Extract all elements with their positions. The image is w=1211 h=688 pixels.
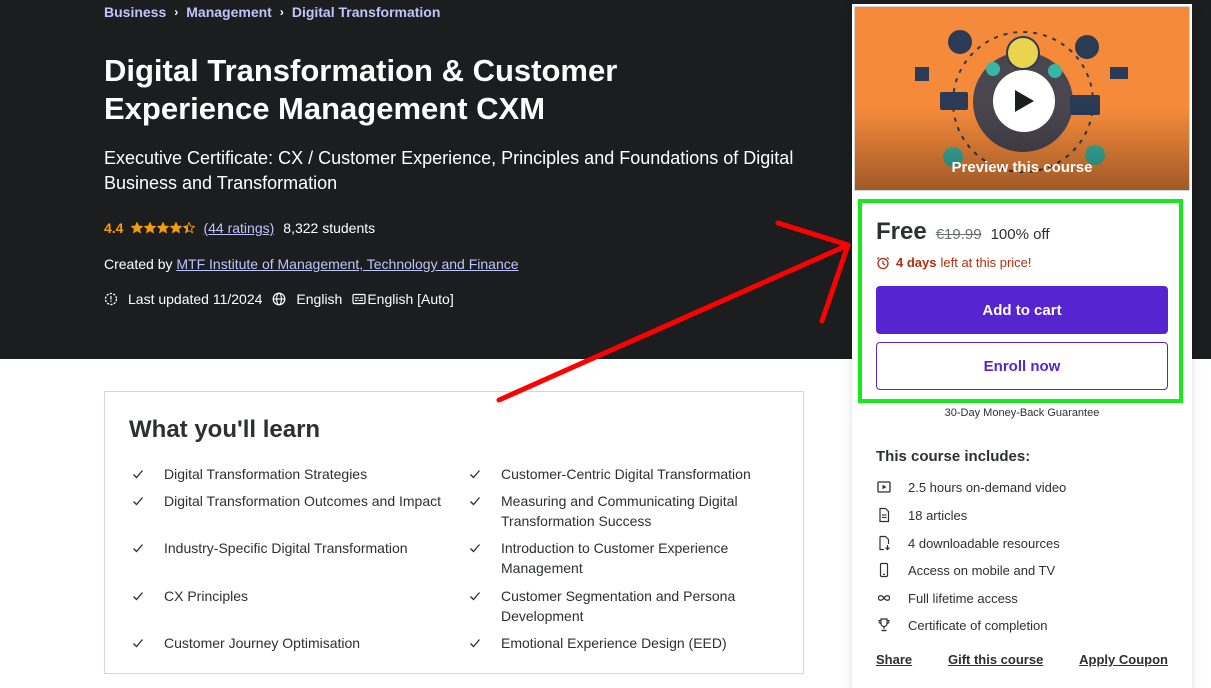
learn-item: CX Principles <box>132 586 452 606</box>
learn-title: What you'll learn <box>129 416 321 443</box>
course-captions: English [Auto] <box>367 291 454 307</box>
course-meta: Last updated 11/2024 English English [Au… <box>104 291 454 307</box>
learn-item: Digital Transformation Strategies <box>132 464 452 484</box>
check-icon <box>470 497 480 506</box>
video-icon <box>877 481 891 493</box>
includes-item: 18 articles <box>876 507 967 523</box>
check-icon <box>470 544 480 553</box>
preview-label: Preview this course <box>951 159 1093 176</box>
chevron-right-icon: › <box>174 5 179 19</box>
created-by: Created by MTF Institute of Management, … <box>104 256 519 272</box>
ratings-count-link[interactable]: (44 ratings) <box>203 220 274 236</box>
mobile-icon <box>879 562 889 578</box>
infinity-icon <box>877 595 891 601</box>
learn-item: Measuring and Communicating Digital Tran… <box>469 491 759 531</box>
instructor-link[interactable]: MTF Institute of Management, Technology … <box>176 256 518 272</box>
course-language: English <box>296 291 343 307</box>
students-count: 8,322 students <box>283 220 376 236</box>
gift-course-link[interactable]: Gift this course <box>948 652 1043 667</box>
learn-item: Industry-Specific Digital Transformation <box>132 538 452 558</box>
course-subtitle: Executive Certificate: CX / Customer Exp… <box>104 148 794 193</box>
closed-captions-icon <box>352 293 366 305</box>
globe-icon <box>273 292 286 306</box>
star-full-icon <box>170 222 183 234</box>
course-title: Digital Transformation & Customer Experi… <box>104 53 618 126</box>
chevron-right-icon: › <box>279 5 284 19</box>
learn-item: Emotional Experience Design (EED) <box>469 633 759 653</box>
share-link[interactable]: Share <box>876 652 912 667</box>
learn-item: Customer Journey Optimisation <box>132 633 452 653</box>
check-icon <box>470 470 480 479</box>
includes-item: 4 downloadable resources <box>876 535 1060 551</box>
download-file-icon <box>879 535 890 551</box>
trophy-icon <box>878 618 890 632</box>
apply-coupon-link[interactable]: Apply Coupon <box>1079 652 1168 667</box>
includes-title: This course includes: <box>876 448 1031 465</box>
rating-stars <box>131 222 196 234</box>
last-updated: Last updated 11/2024 <box>128 291 263 307</box>
check-icon <box>470 592 480 601</box>
star-full-icon <box>131 222 144 234</box>
breadcrumb-digital-transformation[interactable]: Digital Transformation <box>292 4 441 20</box>
learn-item: Digital Transformation Outcomes and Impa… <box>132 491 452 511</box>
created-by-label: Created by <box>104 256 173 272</box>
rating-value: 4.4 <box>104 220 124 236</box>
includes-item: Full lifetime access <box>876 590 1018 606</box>
check-icon <box>470 639 480 648</box>
breadcrumb-management[interactable]: Management <box>186 4 272 20</box>
star-full-icon <box>157 222 170 234</box>
money-back-guarantee: 30-Day Money-Back Guarantee <box>944 407 1100 419</box>
breadcrumb: Business › Management › Digital Transfor… <box>104 4 440 20</box>
course-preview[interactable]: Preview this course <box>854 6 1190 191</box>
annotation-highlight-box <box>858 199 1183 403</box>
play-icon <box>1015 90 1034 112</box>
article-icon <box>879 507 890 523</box>
learn-item: Customer Segmentation and Persona Develo… <box>469 586 759 626</box>
check-icon <box>133 497 143 506</box>
star-full-icon <box>144 222 157 234</box>
rating-row: 4.4 (44 ratings) 8,322 students <box>104 220 375 236</box>
includes-item: 2.5 hours on-demand video <box>876 479 1066 495</box>
learn-item: Customer-Centric Digital Transformation <box>469 464 769 484</box>
check-icon <box>133 470 143 479</box>
sidebar-links: Share Gift this course Apply Coupon <box>876 652 1168 667</box>
check-icon <box>133 639 143 648</box>
play-button[interactable] <box>993 70 1055 132</box>
includes-item: Certificate of completion <box>876 617 1047 633</box>
star-half-icon <box>183 222 196 234</box>
breadcrumb-business[interactable]: Business <box>104 4 166 20</box>
includes-item: Access on mobile and TV <box>876 562 1055 578</box>
learn-item: Introduction to Customer Experience Mana… <box>469 538 759 578</box>
check-icon <box>133 544 143 553</box>
check-icon <box>133 592 143 601</box>
alert-badge-icon <box>104 292 118 306</box>
what-youll-learn: What you'll learn Digital Transformation… <box>104 391 804 674</box>
